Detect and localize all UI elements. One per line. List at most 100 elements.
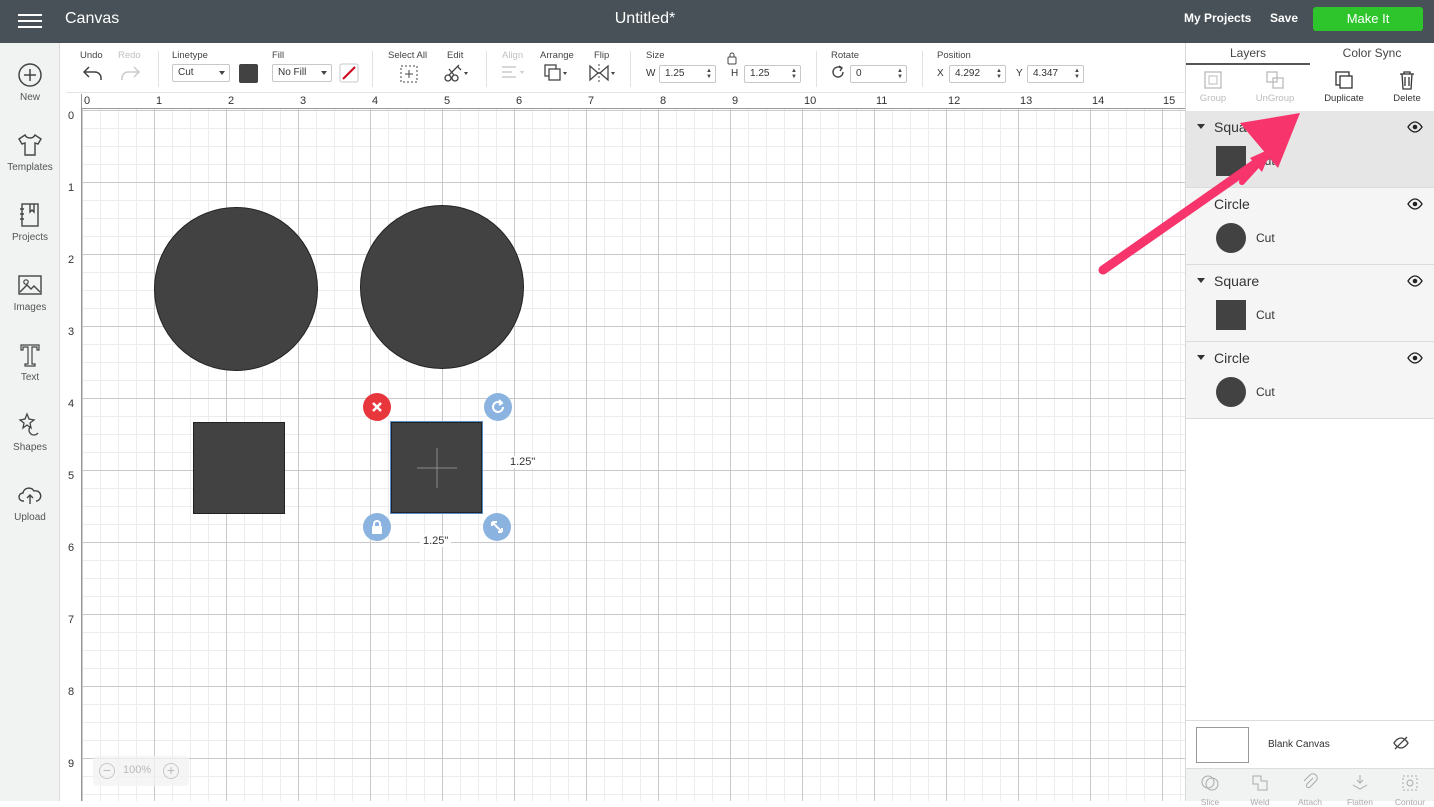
ruler-tick-label: 7 bbox=[68, 614, 75, 626]
chevron-down-icon bbox=[219, 71, 225, 75]
linetype-value: Cut bbox=[178, 67, 194, 78]
x-label: X bbox=[937, 68, 944, 79]
zoom-control: − 100% + bbox=[93, 756, 189, 786]
plus-circle-icon bbox=[18, 63, 42, 87]
blank-canvas-row[interactable]: Blank Canvas bbox=[1186, 720, 1434, 768]
width-input[interactable]: 1.25 ▲ ▼ bbox=[659, 65, 716, 83]
tab-color-sync[interactable]: Color Sync bbox=[1310, 43, 1434, 65]
sidebar-item-upload[interactable]: Upload bbox=[0, 482, 60, 538]
layer-item-square[interactable]: Square Cut bbox=[1186, 111, 1434, 188]
ruler-tick-label: 15 bbox=[1163, 95, 1176, 107]
selection-width-label: 1.25" bbox=[420, 535, 452, 547]
ruler-tick-label: 0 bbox=[84, 95, 91, 107]
stepper-arrows-icon[interactable]: ▲ ▼ bbox=[897, 68, 903, 80]
tab-layers[interactable]: Layers bbox=[1186, 43, 1310, 65]
my-projects-link[interactable]: My Projects bbox=[1184, 11, 1251, 25]
sidebar-item-label: Shapes bbox=[13, 442, 47, 453]
sidebar-item-templates[interactable]: Templates bbox=[0, 132, 60, 188]
stepper-arrows-icon[interactable]: ▲ ▼ bbox=[996, 68, 1002, 80]
fill-dropdown[interactable]: No Fill bbox=[272, 64, 332, 82]
expand-triangle-icon[interactable] bbox=[1197, 201, 1205, 206]
eye-icon[interactable] bbox=[1407, 352, 1423, 364]
resize-handle-icon[interactable] bbox=[483, 513, 511, 541]
selection-height-label: 1.25" bbox=[507, 456, 539, 468]
ruler-tick-label: 4 bbox=[372, 95, 379, 107]
tshirt-icon bbox=[18, 133, 42, 156]
select-all-icon[interactable] bbox=[399, 64, 419, 84]
image-icon bbox=[18, 275, 42, 295]
eye-icon[interactable] bbox=[1407, 121, 1423, 133]
x-position-input[interactable]: 4.292 ▲ ▼ bbox=[949, 65, 1006, 83]
expand-triangle-icon[interactable] bbox=[1197, 124, 1205, 129]
rotate-handle-icon[interactable] bbox=[484, 393, 512, 421]
canvas-circle-shape[interactable] bbox=[154, 207, 318, 371]
make-it-button[interactable]: Make It bbox=[1313, 7, 1423, 31]
group-label: Group bbox=[1199, 93, 1227, 104]
text-t-icon bbox=[20, 344, 40, 367]
flip-icon[interactable] bbox=[588, 63, 618, 83]
blank-canvas-swatch[interactable] bbox=[1196, 727, 1249, 763]
sidebar-item-shapes[interactable]: Shapes bbox=[0, 412, 60, 468]
selection-box bbox=[390, 421, 483, 514]
height-value: 1.25 bbox=[750, 68, 770, 79]
layer-name: Square bbox=[1214, 273, 1260, 289]
sidebar-item-images[interactable]: Images bbox=[0, 272, 60, 328]
contour-button[interactable]: Contour bbox=[1386, 773, 1434, 807]
sidebar-item-new[interactable]: New bbox=[0, 62, 60, 118]
fill-label: Fill bbox=[272, 50, 285, 61]
ruler-tick-label: 1 bbox=[68, 182, 75, 194]
zoom-out-button[interactable]: − bbox=[99, 763, 115, 779]
sidebar-item-text[interactable]: Text bbox=[0, 342, 60, 398]
expand-triangle-icon[interactable] bbox=[1197, 278, 1205, 283]
ruler-left: 0 1 2 3 4 5 6 7 8 9 bbox=[66, 94, 82, 801]
rotate-input[interactable]: 0 ▲ ▼ bbox=[850, 65, 907, 83]
edit-scissors-icon[interactable] bbox=[443, 63, 471, 83]
linetype-dropdown[interactable]: Cut bbox=[172, 64, 230, 82]
sidebar-item-label: Upload bbox=[14, 512, 46, 523]
redo-icon[interactable] bbox=[119, 64, 141, 82]
ruler-tick-label: 9 bbox=[68, 758, 75, 770]
flip-label: Flip bbox=[594, 50, 610, 61]
slice-button[interactable]: Slice bbox=[1186, 773, 1234, 807]
ruler-tick-label: 3 bbox=[68, 326, 75, 338]
stepper-arrows-icon[interactable]: ▲ ▼ bbox=[706, 68, 712, 80]
expand-triangle-icon[interactable] bbox=[1197, 355, 1205, 360]
lock-ratio-icon[interactable] bbox=[725, 51, 739, 65]
edit-toolbar: Undo Redo Linetype Cut Fill No Fill Sele… bbox=[66, 43, 1185, 93]
attach-button[interactable]: Attach bbox=[1286, 773, 1334, 807]
slice-label: Slice bbox=[1200, 797, 1220, 807]
layer-item-circle[interactable]: Circle Cut bbox=[1186, 342, 1434, 419]
lock-handle-icon[interactable] bbox=[363, 513, 391, 541]
arrange-icon[interactable] bbox=[543, 63, 571, 83]
document-title[interactable]: Untitled* bbox=[0, 10, 1290, 28]
height-input[interactable]: 1.25 ▲ ▼ bbox=[744, 65, 801, 83]
save-button[interactable]: Save bbox=[1270, 11, 1298, 25]
undo-icon[interactable] bbox=[82, 64, 104, 82]
layer-item-circle[interactable]: Circle Cut bbox=[1186, 188, 1434, 265]
stepper-arrows-icon[interactable]: ▲ ▼ bbox=[1074, 68, 1080, 80]
canvas-circle-shape[interactable] bbox=[360, 205, 524, 369]
layer-operation: Cut bbox=[1256, 231, 1275, 245]
no-fill-swatch-icon[interactable] bbox=[339, 63, 359, 83]
weld-button[interactable]: Weld bbox=[1236, 773, 1284, 807]
zoom-in-button[interactable]: + bbox=[163, 763, 179, 779]
rotate-value: 0 bbox=[856, 68, 862, 79]
delete-handle-icon[interactable] bbox=[363, 393, 391, 421]
attach-label: Attach bbox=[1297, 797, 1323, 807]
stepper-arrows-icon[interactable]: ▲ ▼ bbox=[791, 68, 797, 80]
flatten-button[interactable]: Flatten bbox=[1336, 773, 1384, 807]
eye-hidden-icon[interactable] bbox=[1393, 736, 1409, 750]
canvas-square-shape[interactable] bbox=[193, 422, 285, 514]
ruler-tick-label: 5 bbox=[444, 95, 451, 107]
eye-icon[interactable] bbox=[1407, 198, 1423, 210]
eye-icon[interactable] bbox=[1407, 275, 1423, 287]
layer-thumbnail bbox=[1216, 300, 1246, 330]
y-position-input[interactable]: 4.347 ▲ ▼ bbox=[1027, 65, 1084, 83]
align-icon[interactable] bbox=[500, 65, 528, 81]
layer-operation: Cut bbox=[1256, 308, 1275, 322]
align-label: Align bbox=[502, 50, 524, 61]
design-canvas[interactable]: 0 1 2 3 4 5 6 7 8 9 10 11 12 13 14 15 0 … bbox=[66, 94, 1185, 801]
layer-item-square[interactable]: Square Cut bbox=[1186, 265, 1434, 342]
linetype-color-swatch[interactable] bbox=[239, 64, 258, 83]
sidebar-item-projects[interactable]: Projects bbox=[0, 202, 60, 258]
